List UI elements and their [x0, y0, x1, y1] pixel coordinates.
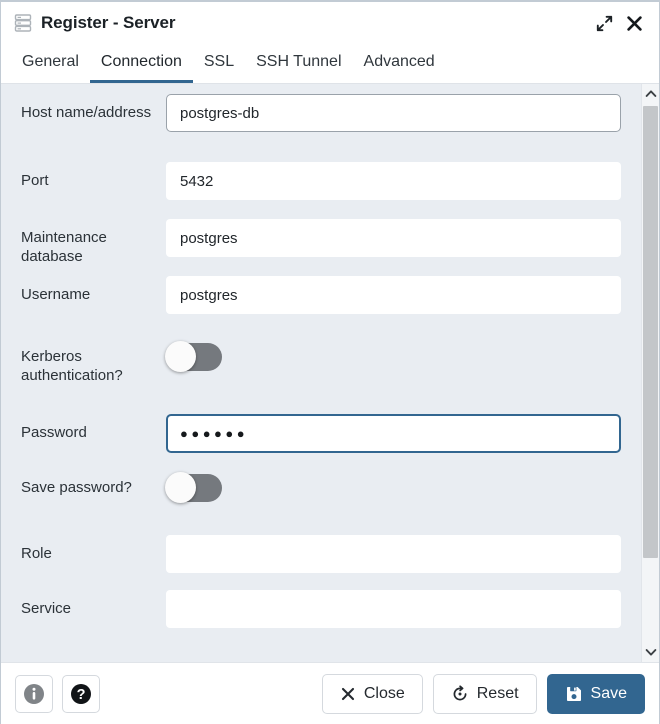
password-input[interactable]: ●●●●●● [166, 414, 621, 453]
host-control [166, 94, 641, 132]
maintenance-database-control [166, 219, 641, 257]
save-button-label: Save [590, 684, 627, 702]
service-label: Service [21, 600, 72, 617]
tab-label: SSH Tunnel [256, 53, 342, 70]
kerberos-authentication-label: Kerberos authentication? [21, 348, 123, 384]
question-mark-icon: ? [71, 683, 91, 704]
close-x-icon [340, 686, 356, 702]
role-input[interactable] [166, 535, 621, 573]
close-icon [626, 15, 642, 31]
reset-icon [451, 684, 469, 703]
port-control [166, 162, 641, 200]
tab-label: Connection [100, 53, 182, 70]
username-input[interactable] [166, 276, 621, 314]
info-button[interactable] [15, 674, 53, 713]
scrollbar-track[interactable] [641, 104, 659, 642]
password-label: Password [21, 424, 87, 441]
field-row-username: Username [1, 276, 641, 338]
reset-button-label: Reset [476, 684, 519, 702]
port-input[interactable] [166, 162, 621, 200]
username-control [166, 276, 641, 314]
reset-button[interactable]: Reset [432, 673, 537, 714]
form-scrollbar[interactable] [641, 84, 659, 662]
tab-label: Advanced [363, 53, 435, 70]
username-label: Username [21, 286, 91, 303]
scrollbar-thumb[interactable] [642, 106, 658, 558]
server-icon [14, 14, 32, 32]
field-row-kerberos-authentication: Kerberos authentication? [1, 338, 641, 414]
close-button-label: Close [363, 684, 405, 702]
dialog-footer: ? Close Reset Save [1, 662, 659, 724]
kerberos-authentication-toggle[interactable] [165, 341, 222, 372]
info-icon [24, 683, 44, 704]
scrollbar-down-button[interactable] [641, 642, 659, 662]
connection-form: Host name/address Port Maintenance datab… [1, 84, 641, 662]
help-button[interactable]: ? [62, 674, 100, 713]
tab-bar: General Connection SSL SSH Tunnel Advanc… [1, 44, 659, 84]
tab-label: SSL [203, 53, 235, 70]
scrollbar-up-button[interactable] [641, 84, 659, 104]
register-server-dialog: Register - Server General Connection SSL… [0, 0, 660, 724]
kerberos-authentication-control [165, 338, 641, 372]
dialog-body: Host name/address Port Maintenance datab… [1, 84, 659, 662]
expand-arrows-icon [596, 15, 612, 31]
dialog-title: Register - Server [41, 13, 176, 32]
chevron-down-icon [645, 649, 656, 656]
field-row-port: Port [1, 162, 641, 219]
save-button[interactable]: Save [546, 673, 645, 714]
field-row-password: Password ●●●●●● [1, 414, 641, 469]
tab-label: General [22, 53, 79, 70]
close-dialog-button[interactable]: Close [321, 673, 423, 714]
role-control [166, 535, 641, 573]
service-control [166, 590, 641, 628]
save-password-toggle[interactable] [165, 472, 222, 503]
field-row-role: Role [1, 535, 641, 590]
expand-button[interactable] [591, 10, 617, 36]
svg-text:?: ? [77, 687, 86, 703]
tab-advanced[interactable]: Advanced [353, 44, 446, 83]
tab-ssl[interactable]: SSL [193, 44, 245, 83]
save-password-label: Save password? [21, 479, 132, 496]
tab-ssh-tunnel[interactable]: SSH Tunnel [245, 44, 352, 83]
dialog-titlebar: Register - Server [1, 2, 659, 44]
service-input[interactable] [166, 590, 621, 628]
field-row-host: Host name/address [1, 94, 641, 162]
host-label: Host name/address [21, 104, 152, 121]
password-control: ●●●●●● [166, 414, 641, 453]
maintenance-database-label: Maintenance database [21, 229, 107, 265]
field-row-service: Service [1, 590, 641, 640]
field-row-save-password: Save password? [1, 469, 641, 535]
save-password-control [165, 469, 641, 503]
close-button[interactable] [621, 10, 647, 36]
toggle-knob [165, 472, 196, 503]
role-label: Role [21, 545, 52, 562]
host-input[interactable] [166, 94, 621, 132]
password-masked-value: ●●●●●● [180, 426, 249, 441]
chevron-up-icon [645, 90, 656, 97]
tab-general[interactable]: General [11, 44, 90, 83]
port-label: Port [21, 172, 49, 189]
floppy-disk-icon [565, 685, 583, 703]
maintenance-database-input[interactable] [166, 219, 621, 257]
toggle-knob [165, 341, 196, 372]
field-row-maintenance-database: Maintenance database [1, 219, 641, 276]
tab-connection[interactable]: Connection [89, 44, 193, 83]
